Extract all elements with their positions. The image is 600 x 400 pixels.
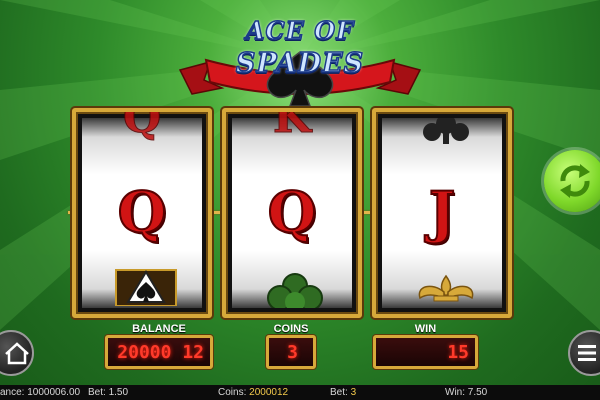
status-bet-value: 3 — [350, 387, 357, 398]
status-coins-label: Coins: — [218, 387, 247, 398]
status-balance: ance: 1000006.00 — [0, 387, 81, 398]
menu-button[interactable] — [568, 330, 600, 376]
fleur-icon — [418, 274, 474, 302]
logo-title-line2: SPADES — [235, 47, 365, 80]
club-top-icon — [423, 118, 469, 144]
spade-diamond-icon — [115, 269, 177, 306]
status-bet: Bet: 1.50 — [88, 387, 129, 398]
balance-value: 20000 12 — [117, 342, 204, 363]
balance-label: BALANCE — [132, 323, 186, 335]
status-win: Win: 7.50 — [445, 387, 488, 398]
coins-value: 3 — [287, 342, 298, 363]
reel-2: K Q — [222, 108, 362, 318]
refresh-icon — [560, 164, 590, 198]
reel-1-top-symbol: Q — [122, 108, 162, 144]
reel-1-symbol: Q — [117, 179, 168, 247]
clover-icon — [267, 273, 323, 308]
home-button[interactable] — [0, 330, 34, 376]
reel-2-top-symbol: K — [272, 108, 312, 144]
status-bet-label: Bet: — [330, 387, 348, 398]
reel-3: J — [372, 108, 512, 318]
status-coins-value: 2000012 — [249, 387, 289, 398]
coins-label: COINS — [273, 323, 309, 335]
coins-display[interactable]: 3 — [266, 335, 316, 369]
balance-display: 20000 12 — [105, 335, 213, 369]
logo-title-line1: ACE OF — [245, 15, 355, 46]
win-display: 15 — [373, 335, 478, 369]
win-label: WIN — [414, 323, 437, 335]
win-value: 15 — [447, 342, 469, 363]
home-icon — [5, 342, 29, 365]
game-logo: ACE OF SPADES — [170, 8, 430, 108]
status-coins: Coins: 2000012 — [218, 387, 288, 398]
status-bar: ance: 1000006.00 Bet: 1.50 Coins: 200001… — [0, 385, 600, 400]
spin-button[interactable] — [544, 150, 600, 212]
reel-3-symbol: J — [428, 179, 457, 247]
status-bet-coins: Bet: 3 — [330, 387, 356, 398]
hamburger-icon — [578, 345, 596, 361]
reel-2-symbol: Q — [267, 179, 318, 247]
reel-1: Q Q — [72, 108, 212, 318]
